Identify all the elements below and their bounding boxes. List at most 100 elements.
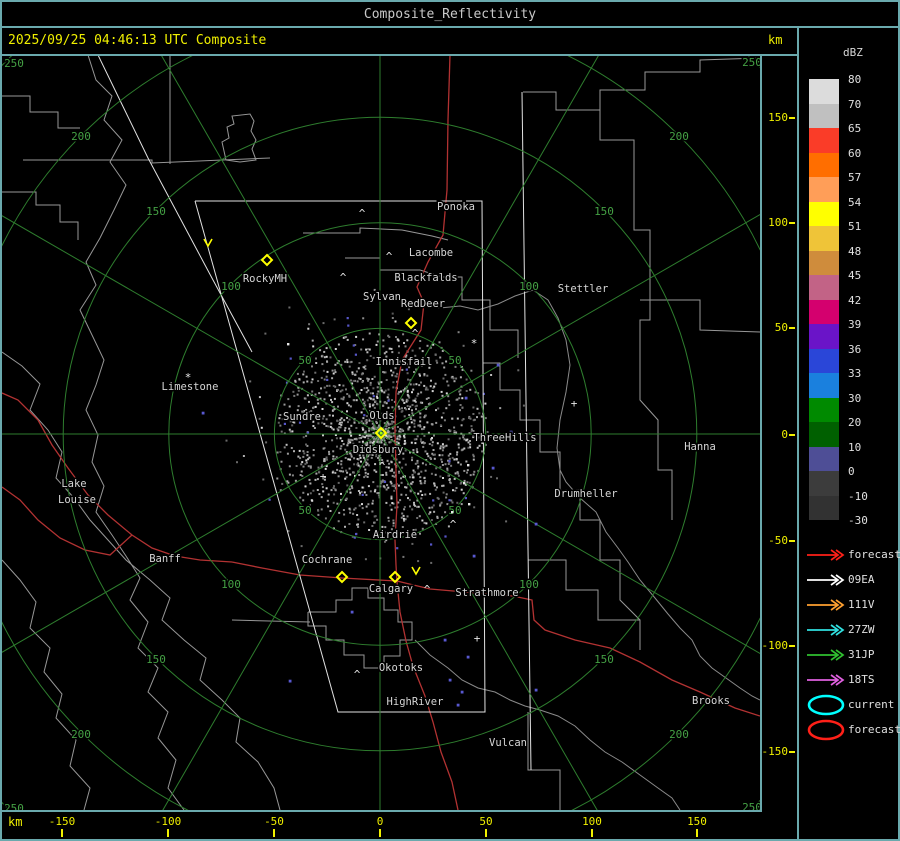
colorbar-label: 45 — [848, 269, 862, 282]
range-ring-label: 200 — [71, 130, 91, 143]
vector-legend-label: 111V — [848, 598, 875, 611]
city-label-blackfalds: Blackfalds — [394, 272, 457, 284]
city-label-brooks: Brooks — [692, 695, 730, 707]
colorbar-label: 65 — [848, 122, 862, 135]
city-label-okotoks: Okotoks — [379, 662, 423, 674]
legend-panel: dBZ 80 70 65 60 57 54 51 48 45 42 39 36 33 30 20 10 0 -10… — [799, 28, 900, 839]
colorbar-label: 33 — [848, 367, 862, 380]
vector-legend-label: 18TS — [848, 673, 875, 686]
city-label-lake: Lake — [61, 478, 86, 490]
city-label-vulcan: Vulcan — [489, 737, 527, 749]
colorbar-label: 30 — [848, 391, 862, 405]
bottom-axis-label: 0 — [376, 815, 384, 828]
weak-echo-dot — [350, 610, 354, 614]
colorbar-swatch — [809, 152, 839, 177]
colorbar-swatch — [809, 103, 839, 128]
vector-legend-label: current — [848, 698, 895, 711]
09EA-arrow-icon — [804, 568, 848, 592]
bottom-axis-unit: km — [8, 815, 23, 829]
colorbar-swatch — [809, 275, 839, 300]
city-label-innisfail: Innisfail — [376, 356, 433, 368]
weak-echo-dot — [472, 554, 476, 558]
city-label-rockymh: RockyMH — [243, 273, 287, 285]
colorbar-label: 70 — [848, 97, 862, 111]
vector-legend-label: 09EA — [848, 573, 875, 586]
colorbar-label: 57 — [848, 171, 862, 184]
point-marker: ^ — [354, 668, 361, 681]
range-ring-label: 100 — [221, 578, 241, 591]
right-axis-unit: km — [768, 33, 783, 47]
111V-arrow-icon — [804, 593, 848, 617]
point-marker: * — [471, 337, 478, 350]
bottom-axis-tick — [167, 829, 169, 837]
current-ellipse-icon — [804, 693, 848, 717]
bottom-axis: km -150 -100 -50 0 50 100 150 — [0, 812, 762, 839]
right-axis-tick — [789, 327, 795, 329]
radar-application-window: { "window": { "title": "Composite_Reflec… — [0, 0, 900, 841]
colorbar-label: -30 — [848, 514, 868, 527]
right-axis-label: 100 — [768, 216, 788, 229]
range-ring-label: 150 — [146, 205, 166, 218]
colorbar-label: 39 — [848, 318, 862, 331]
weak-echo-dot — [456, 703, 460, 707]
range-ring-label: 50 — [298, 504, 311, 517]
point-marker: ^ — [424, 583, 431, 596]
point-marker: ^ — [386, 250, 393, 263]
bottom-axis-label: -100 — [154, 815, 182, 828]
right-axis-tick — [789, 540, 795, 542]
weak-echo-dot — [460, 690, 464, 694]
right-axis-tick — [789, 645, 795, 647]
city-label-threehills: ThreeHills — [473, 432, 536, 444]
colorbar-label: 54 — [848, 195, 862, 209]
colorbar-swatch — [809, 250, 839, 275]
forecast-ellipse-icon — [804, 718, 848, 742]
right-axis-tick — [789, 434, 795, 436]
bottom-axis-tick — [696, 829, 698, 837]
range-ring-label: 200 — [669, 728, 689, 741]
point-marker: ^ — [412, 327, 419, 340]
weak-echo-dot — [534, 688, 538, 692]
colorbar-swatch — [809, 79, 839, 104]
city-label-didsbury: Didsbury — [353, 444, 404, 456]
bottom-axis-label: 100 — [582, 815, 602, 828]
range-ring-label: 50 — [448, 504, 461, 517]
range-ring-label: 50 — [298, 354, 311, 367]
right-axis-label: 150 — [768, 111, 788, 124]
range-ring-label: 150 — [146, 653, 166, 666]
range-ring-label: 150 — [594, 205, 614, 218]
city-label-lacombe: Lacombe — [409, 247, 453, 259]
colorbar-swatch — [809, 495, 839, 520]
bottom-axis-tick — [61, 829, 63, 837]
city-label-ponoka: Ponoka — [437, 201, 475, 213]
range-ring-label: 100 — [519, 578, 539, 591]
weak-echo-dot — [466, 655, 470, 659]
colorbar-swatch — [809, 397, 839, 422]
radar-map[interactable]: 50 50 50 50 100 100 100 100 150 150 150 150 200 200 20… — [0, 0, 900, 841]
weak-echo-dot — [288, 679, 292, 683]
vector-legend-label: forecast — [848, 723, 900, 736]
timestamp-label: 2025/09/25 04:46:13 UTC Composite — [8, 33, 267, 48]
right-axis: 150 100 50 0 -50 -100 -150 — [762, 55, 797, 812]
31JP-arrow-icon — [804, 643, 848, 667]
colorbar-label: 36 — [848, 342, 862, 356]
vector-legend-label: forecast — [848, 548, 900, 561]
point-marker: ^ — [359, 207, 366, 220]
bottom-axis-label: -50 — [264, 815, 284, 828]
colorbar-swatch — [809, 177, 839, 202]
point-marker: ^ — [379, 460, 386, 473]
radar-map-canvas: 50 5050 50100 100100 100150 150150 150200 20020… — [0, 0, 900, 841]
radar-site-marker — [335, 570, 349, 584]
colorbar-label: 10 — [848, 440, 862, 454]
bottom-axis-label: 50 — [479, 815, 493, 828]
weak-echo-dot — [534, 522, 538, 526]
colorbar-swatch — [809, 299, 839, 324]
weak-echo-dot — [491, 466, 495, 470]
right-axis-tick — [789, 117, 795, 119]
range-ring-label: 150 — [594, 653, 614, 666]
range-ring-label: 250 — [4, 802, 24, 810]
city-label-calgary: Calgary — [369, 583, 413, 595]
right-axis-tick — [789, 222, 795, 224]
city-label-stettler: Stettler — [558, 283, 609, 295]
colorbar-label: 51 — [848, 220, 862, 233]
27ZW-arrow-icon — [804, 618, 848, 642]
